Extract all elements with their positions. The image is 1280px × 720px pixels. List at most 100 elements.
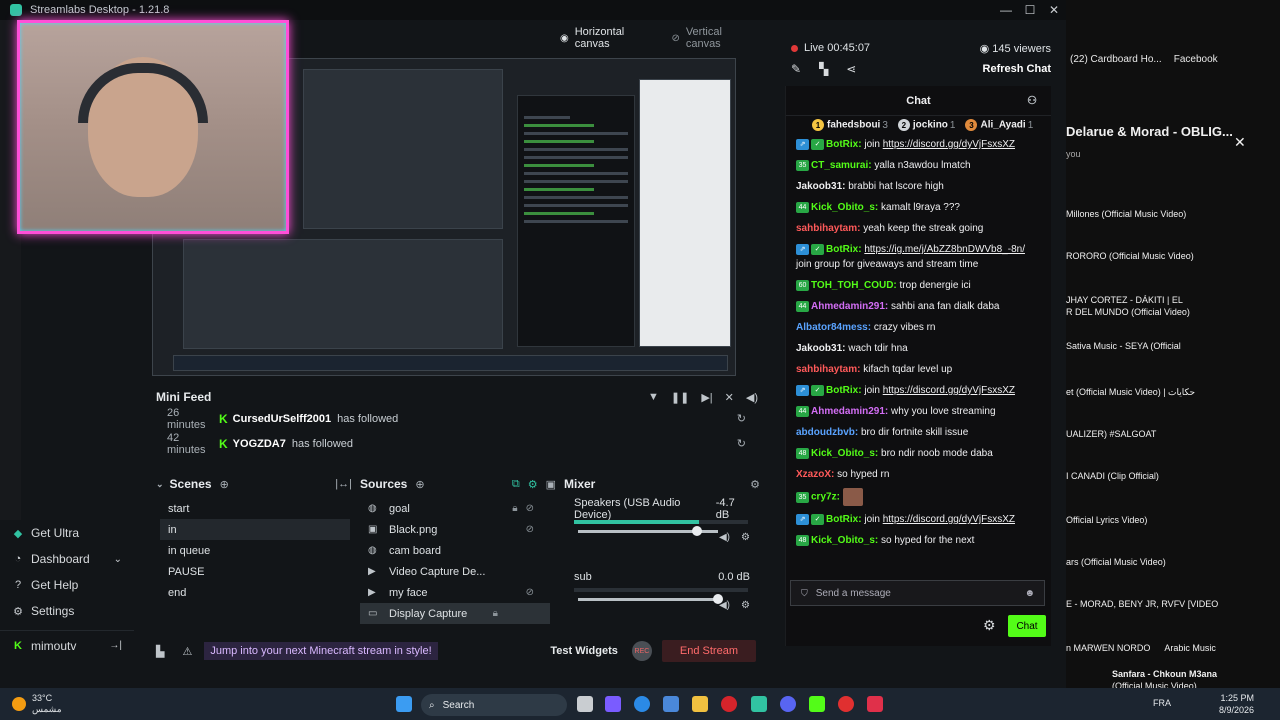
chat-username[interactable]: XzazoX [796, 469, 831, 480]
scene-item[interactable]: start [160, 498, 350, 519]
source-item[interactable]: ◍ cam board [360, 540, 550, 561]
source-item[interactable]: ▭ Display Capture 🔒︎ [360, 603, 550, 624]
chat-link[interactable]: https://ig.me/j/AbZZ8bnDWVb8_-8n/ [864, 244, 1025, 255]
scene-item[interactable]: end [160, 582, 350, 603]
chat-username[interactable]: BotRix [826, 514, 858, 525]
volume-slider[interactable] [578, 594, 723, 604]
logout-icon[interactable]: →| [109, 640, 122, 651]
windows-start-icon[interactable] [396, 696, 412, 712]
playlist-item[interactable]: R DEL MUNDO (Official Video) [1066, 306, 1252, 318]
streamlabs-icon[interactable] [751, 696, 767, 712]
copilot-icon[interactable] [605, 696, 621, 712]
lock-icon[interactable]: 🔒︎⊘ [512, 503, 542, 514]
chat-username[interactable]: Jakoob31 [796, 343, 842, 354]
slider-knob[interactable] [692, 526, 702, 536]
edge-icon[interactable] [634, 696, 650, 712]
chat-username[interactable]: abdoudzbvb [796, 427, 855, 438]
channel-settings-icon[interactable]: ⚙ [741, 532, 750, 543]
chat-link[interactable]: https://discord.gg/dyVjFsxsXZ [883, 514, 1015, 525]
chat-username[interactable]: BotRix [826, 244, 858, 255]
clip-icon[interactable]: ▚ [819, 62, 828, 76]
promo-banner[interactable]: Jump into your next Minecraft stream in … [204, 642, 438, 660]
collapse-icon[interactable]: ⌄ [156, 479, 164, 490]
scene-item[interactable]: in queue [160, 540, 350, 561]
end-stream-button[interactable]: End Stream [661, 640, 756, 662]
scene-item[interactable]: in [160, 519, 350, 540]
vertical-canvas-option[interactable]: ⊘ Vertical canvas [671, 26, 754, 50]
visibility-icon[interactable]: ⊘ [526, 587, 542, 598]
taskbar-search[interactable]: ⌕ Search [421, 694, 567, 716]
chip[interactable]: n MARWEN NORDO [1066, 642, 1150, 654]
chat-username[interactable]: Kick_Obito_s [811, 448, 875, 459]
filter-icon[interactable]: ▼ [648, 391, 659, 404]
kick-app-icon[interactable] [809, 696, 825, 712]
horizontal-canvas-option[interactable]: ◉ Horizontal canvas [560, 26, 655, 50]
minimize-icon[interactable]: — [994, 0, 1018, 20]
bookmark-item[interactable]: Facebook [1174, 54, 1218, 65]
send-chat-button[interactable]: Chat [1008, 615, 1046, 637]
source-item[interactable]: ▣ Black.png ⊘ [360, 519, 550, 540]
opera-icon[interactable] [721, 696, 737, 712]
chat-username[interactable]: CT_samurai [811, 160, 868, 171]
playlist-item[interactable]: UALIZER) #SALGOAT [1066, 428, 1252, 440]
mute-icon[interactable]: ◀) [719, 532, 730, 543]
nav-get-help[interactable]: ? Get Help [0, 572, 134, 598]
task-view-icon[interactable] [577, 696, 593, 712]
playlist-item[interactable]: I CANADI (Clip Official) [1066, 470, 1252, 482]
stats-icon[interactable]: ▙ [156, 645, 164, 658]
source-item[interactable]: ▶ Video Capture De... [360, 561, 550, 582]
rec-button[interactable]: REC [631, 641, 652, 661]
chat-users-icon[interactable]: ⚇ [1027, 94, 1037, 107]
refresh-chat-button[interactable]: Refresh Chat [983, 63, 1051, 75]
edit-stream-icon[interactable]: ✎ [791, 62, 801, 76]
chat-username[interactable]: TOH_TOH_COUD [811, 280, 893, 291]
recorder-icon[interactable] [838, 696, 854, 712]
chip[interactable]: Arabic Music [1164, 642, 1216, 654]
source-settings-icon[interactable]: ⚙ [528, 478, 538, 491]
alert-icon[interactable]: ⚠ [182, 645, 192, 658]
nav-user[interactable]: Kmimoutv →| [0, 630, 134, 656]
chat-link[interactable]: https://discord.gg/dyVjFsxsXZ [883, 385, 1015, 396]
skip-icon[interactable]: ▶| [701, 391, 712, 404]
lock-icon[interactable]: 🔒︎ [493, 608, 506, 619]
chat-settings-icon[interactable]: ⚙ [983, 617, 996, 634]
mute-alerts-icon[interactable]: ✕ [725, 391, 734, 404]
replay-icon[interactable]: ↻ [737, 412, 746, 425]
playlist-item[interactable]: et (Official Music Video) | حكايات [1066, 386, 1252, 398]
playlist-item[interactable]: JHAY CORTEZ - DÁKITI | EL [1066, 294, 1252, 306]
add-source-icon[interactable]: ⊕ [415, 478, 424, 491]
playlist-item[interactable]: Sativa Music - SEYA (Official [1066, 340, 1252, 352]
visibility-icon[interactable]: ⊘ [526, 524, 542, 535]
test-widgets-button[interactable]: Test Widgets [550, 645, 618, 657]
playlist-item[interactable]: Millones (Official Music Video) [1066, 208, 1252, 220]
scene-item[interactable]: PAUSE [160, 561, 350, 582]
close-icon[interactable]: ✕ [1234, 134, 1246, 151]
chat-username[interactable]: sahbihaytam [796, 223, 857, 234]
taskbar-clock[interactable]: 1:25 PM 8/9/2026 [1219, 692, 1254, 716]
app-icon[interactable] [867, 696, 883, 712]
share-icon[interactable]: ⋖ [846, 62, 856, 76]
chat-link[interactable]: https://discord.gg/dyVjFsxsXZ [883, 139, 1015, 150]
chat-username[interactable]: Ahmedamin291 [811, 406, 885, 417]
volume-slider[interactable] [578, 526, 718, 536]
source-folder-icon[interactable]: ▣ [546, 478, 556, 491]
source-group-icon[interactable]: ⧉ [512, 478, 520, 491]
channel-settings-icon[interactable]: ⚙ [741, 600, 750, 611]
close-icon[interactable]: ✕ [1042, 0, 1066, 20]
emoji-icon[interactable]: ☻ [1024, 588, 1035, 599]
replay-icon[interactable]: ↻ [737, 437, 746, 450]
playlist-item[interactable]: ars (Official Music Video) [1066, 556, 1252, 568]
mute-icon[interactable]: ◀) [719, 600, 730, 611]
chat-username[interactable]: BotRix [826, 385, 858, 396]
nav-get-ultra[interactable]: ◆ Get Ultra [0, 520, 134, 546]
file-explorer-icon[interactable] [692, 696, 708, 712]
volume-icon[interactable]: ◀) [746, 391, 758, 404]
pause-icon[interactable]: ❚❚ [671, 391, 689, 404]
chat-username[interactable]: sahbihaytam [796, 364, 857, 375]
chat-username[interactable]: Jakoob31 [796, 181, 842, 192]
store-icon[interactable] [663, 696, 679, 712]
chat-username[interactable]: Kick_Obito_s [811, 535, 875, 546]
bookmark-item[interactable]: (22) Cardboard Ho... [1070, 54, 1162, 65]
chat-username[interactable]: Kick_Obito_s [811, 202, 875, 213]
playlist-item[interactable]: Official Lyrics Video) [1066, 514, 1252, 526]
